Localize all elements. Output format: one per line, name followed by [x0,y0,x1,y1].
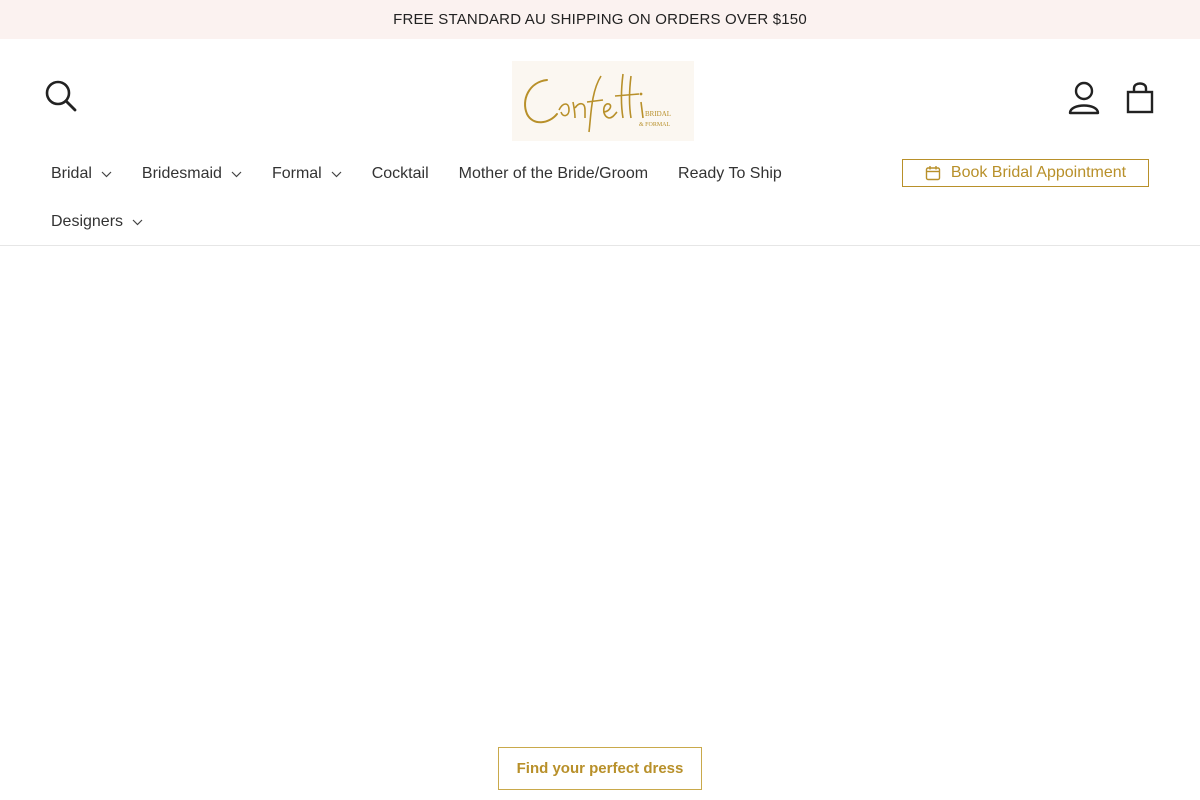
chevron-down-icon [101,171,112,177]
nav-item-label: Ready To Ship [678,165,782,182]
svg-text:BRIDAL: BRIDAL [645,110,671,118]
site-logo[interactable]: BRIDAL & FORMAL [512,61,694,141]
nav-item-label: Mother of the Bride/Groom [458,165,649,182]
nav-item-label: Bridesmaid [141,165,222,182]
search-icon [45,80,77,112]
announcement-text: FREE STANDARD AU SHIPPING ON ORDERS OVER… [393,11,807,28]
calendar-icon [925,166,941,181]
svg-text:& FORMAL: & FORMAL [639,122,671,128]
book-bridal-appointment-button[interactable]: Book Bridal Appointment [902,159,1149,187]
user-icon [1068,81,1100,115]
chevron-down-icon [132,219,143,225]
cta-label: Find your perfect dress [516,760,684,777]
nav-item-label: Designers [51,213,124,230]
nav-item-label: Bridal [51,165,92,182]
find-perfect-dress-button[interactable]: Find your perfect dress [498,747,702,790]
nav-item-cocktail[interactable]: Cocktail [372,165,429,183]
nav-item-mother-of-the-bride-groom[interactable]: Mother of the Bride/Groom [459,165,648,183]
nav-row-secondary: Designers [51,205,871,239]
site-header: BRIDAL & FORMAL Bridal Bridesmaid Formal… [0,39,1200,246]
cart-button[interactable] [1122,80,1158,116]
main-navigation: Bridal Bridesmaid Formal Cocktail Mother… [51,157,871,239]
nav-item-ready-to-ship[interactable]: Ready To Ship [678,165,782,183]
account-button[interactable] [1066,81,1102,115]
shopping-bag-icon [1126,82,1154,114]
chevron-down-icon [331,171,342,177]
nav-item-formal[interactable]: Formal [272,165,342,183]
appointment-label: Book Bridal Appointment [950,164,1127,181]
announcement-bar: FREE STANDARD AU SHIPPING ON ORDERS OVER… [0,0,1200,39]
logo-mark: BRIDAL & FORMAL [524,73,671,133]
search-button[interactable] [44,79,78,113]
nav-item-designers[interactable]: Designers [51,213,143,231]
nav-row-primary: Bridal Bridesmaid Formal Cocktail Mother… [51,157,871,191]
nav-item-bridal[interactable]: Bridal [51,165,112,183]
nav-item-bridesmaid[interactable]: Bridesmaid [142,165,242,183]
chevron-down-icon [231,171,242,177]
nav-item-label: Formal [271,165,322,182]
nav-item-label: Cocktail [371,165,429,182]
hero-section [0,247,1200,800]
